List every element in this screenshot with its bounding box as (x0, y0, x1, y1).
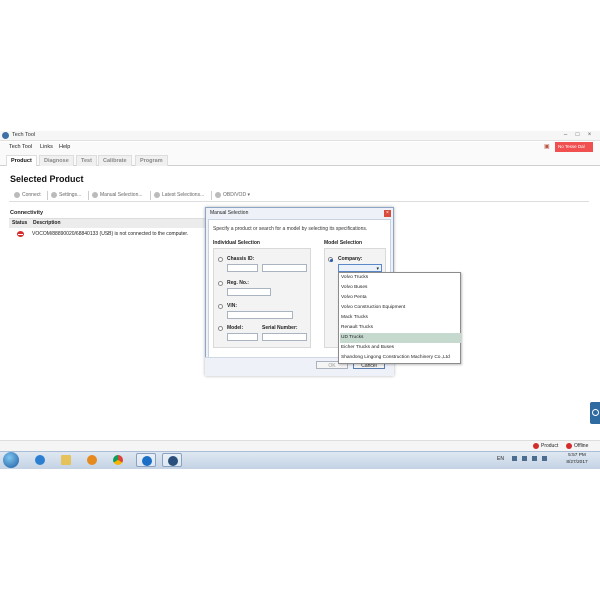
tab-program[interactable]: Program (135, 155, 168, 166)
chrome-icon[interactable] (108, 453, 128, 467)
tab-diagnose[interactable]: Diagnose (39, 155, 74, 166)
column-header-status: Status (12, 220, 28, 226)
company-select[interactable]: ▾ (338, 264, 382, 272)
product-status-label: Product (541, 443, 559, 449)
close-icon[interactable]: × (585, 132, 594, 139)
reg-no-radio[interactable] (218, 281, 223, 286)
toolbar-divider (211, 191, 212, 200)
company-dropdown-list: Volvo Trucks Volvo Buses Volvo Penta Vol… (338, 272, 461, 364)
network-icon[interactable] (532, 456, 537, 461)
action-center-icon[interactable] (522, 456, 527, 461)
model-radio[interactable] (218, 326, 223, 331)
chassis-id-prefix-input[interactable] (227, 264, 258, 272)
connectivity-description: VOCOM/88890020/68840133 (USB) is not con… (32, 231, 189, 237)
connect-button[interactable]: Connect (14, 191, 41, 200)
company-label: Company: (338, 256, 363, 262)
user-status-box[interactable]: No Tesse Dal (555, 142, 593, 152)
folder-icon[interactable] (56, 453, 76, 467)
dialog-title: Manual Selection (210, 210, 249, 216)
individual-selection-title: Individual Selection (213, 240, 260, 246)
chassis-id-input[interactable] (262, 264, 307, 272)
model-selection-title: Model Selection (324, 240, 363, 246)
menu-links[interactable]: Links (40, 144, 53, 150)
search-icon (92, 191, 98, 198)
serial-number-label: Serial Number: (262, 325, 298, 331)
minimize-icon[interactable]: – (561, 132, 570, 139)
error-status-icon (17, 231, 24, 237)
dropdown-option[interactable]: Shandong Lingong Construction Machinery … (340, 353, 461, 363)
vin-input[interactable] (227, 311, 293, 319)
tray-arrow-icon[interactable] (512, 456, 517, 461)
tech-tool-taskbar-icon[interactable] (162, 453, 182, 467)
product-status-icon (533, 443, 539, 449)
dropdown-option[interactable]: Eicher Trucks and Buses (340, 343, 461, 353)
maximize-icon[interactable]: □ (573, 132, 582, 139)
serial-number-input[interactable] (262, 333, 307, 341)
column-header-description: Description (33, 220, 61, 226)
dropdown-option[interactable]: Volvo Penta (340, 293, 461, 303)
dropdown-option[interactable]: UD Trucks (340, 333, 461, 343)
start-button-icon[interactable] (3, 452, 19, 468)
tab-test[interactable]: Test (76, 155, 97, 166)
chassis-id-radio[interactable] (218, 257, 223, 262)
connectivity-heading: Connectivity (10, 210, 44, 216)
language-indicator[interactable]: EN (497, 456, 504, 462)
clock-icon (154, 191, 160, 198)
page-title: Selected Product (10, 174, 84, 184)
gear-icon (51, 191, 57, 198)
reg-no-input[interactable] (227, 288, 271, 296)
user-icon[interactable]: ▣ (544, 143, 552, 151)
vin-label: VIN: (227, 303, 237, 309)
latest-selections-button[interactable]: Latest Selections... (154, 191, 204, 200)
menu-help[interactable]: Help (59, 144, 70, 150)
menu-bar (0, 142, 600, 153)
toolbar-divider (47, 191, 48, 200)
company-radio[interactable] (328, 257, 333, 262)
app-logo-icon (2, 132, 9, 139)
toolbar-divider (150, 191, 151, 200)
dropdown-option[interactable]: Volvo Trucks (340, 273, 461, 283)
model-input[interactable] (227, 333, 258, 341)
menu-tech-tool[interactable]: Tech Tool (9, 144, 32, 150)
media-player-icon[interactable] (82, 453, 102, 467)
clock-time[interactable]: 5:57 PM (557, 453, 597, 458)
tab-product[interactable]: Product (6, 155, 37, 166)
dropdown-option[interactable]: Renault Trucks (340, 323, 461, 333)
dropdown-option[interactable]: Mack Trucks (340, 313, 461, 323)
toolbar-divider (88, 191, 89, 200)
side-panel-tab[interactable] (590, 402, 600, 424)
reg-no-label: Reg. No.: (227, 280, 249, 286)
teamviewer-icon[interactable] (136, 453, 156, 467)
window-title: Tech Tool (12, 132, 36, 138)
obd-vod-button[interactable]: OBD/VOD ▾ (215, 191, 250, 200)
offline-status-label: Offline (574, 443, 589, 449)
vin-radio[interactable] (218, 304, 223, 309)
dropdown-option[interactable]: Volvo Buses (340, 283, 461, 293)
close-icon[interactable]: × (384, 210, 391, 217)
ie-icon[interactable] (30, 453, 50, 467)
title-bar (0, 131, 600, 141)
dialog-instruction: Specify a product or search for a model … (213, 226, 368, 232)
status-bar (0, 440, 600, 451)
connect-icon (14, 191, 20, 198)
obd-icon (215, 191, 221, 198)
dropdown-option[interactable]: Volvo Construction Equipment (340, 303, 461, 313)
manual-selection-button[interactable]: Manual Selection... (92, 191, 143, 200)
volume-icon[interactable] (542, 456, 547, 461)
chassis-id-label: Chassis ID: (227, 256, 255, 262)
clock-date[interactable]: 8/27/2017 (557, 460, 597, 465)
settings-button[interactable]: Settings... (51, 191, 81, 200)
offline-status-icon (566, 443, 572, 449)
tab-calibrate[interactable]: Calibrate (98, 155, 132, 166)
model-label: Model: (227, 325, 244, 331)
